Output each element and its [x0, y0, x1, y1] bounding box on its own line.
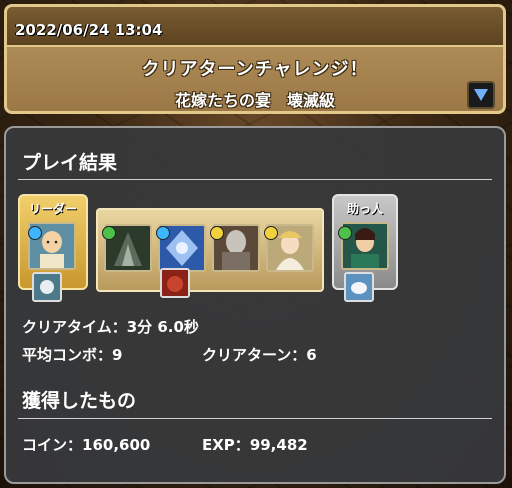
helper-assist-card[interactable]: [344, 272, 374, 302]
water-attribute-orb-icon: [156, 226, 170, 240]
sub-members-row: [96, 208, 324, 298]
clear-turn-value: 6: [306, 346, 317, 364]
divider: [18, 179, 492, 180]
results-panel: プレイ結果 リーダー 助っ人 クリアタイム：3分 6.0秒 平均コンボ：9 クリ…: [4, 126, 506, 484]
triangle-down-icon: [474, 89, 488, 101]
dungeon-name: 花嫁たちの宴: [174, 91, 271, 110]
exp-value: 99,482: [249, 436, 308, 454]
clear-turn-row: クリアターン：6: [202, 344, 317, 365]
clear-turn-label: クリアターン：: [202, 346, 307, 364]
white-beast-assist-icon: [346, 274, 372, 300]
banner-date-strip: 2022/06/24 13:04: [7, 7, 503, 47]
avg-combo-row: 平均コンボ：9: [22, 344, 122, 365]
assist-equip-icon: [34, 274, 60, 300]
rewards-heading: 獲得したもの: [22, 390, 137, 412]
light-attribute-orb-icon: [264, 226, 278, 240]
clear-time-label: クリアタイム：: [22, 318, 127, 336]
leader-assist-card[interactable]: [32, 272, 62, 302]
avg-combo-value: 9: [112, 346, 123, 364]
clear-time-row: クリアタイム：3分 6.0秒: [22, 316, 199, 337]
divider: [18, 418, 492, 419]
coin-row: コイン：160,600: [22, 434, 150, 455]
coin-value: 160,600: [82, 436, 151, 454]
light-attribute-orb-icon: [210, 226, 224, 240]
exp-row: EXP：99,482: [202, 434, 308, 455]
clear-time-value: 3分 6.0秒: [126, 318, 199, 336]
helper-slot[interactable]: 助っ人: [332, 194, 398, 302]
exp-label: EXP：: [202, 436, 250, 454]
avg-combo-label: 平均コンボ：: [22, 346, 113, 364]
details-dropdown-button[interactable]: [467, 81, 495, 109]
red-beast-assist-icon: [162, 270, 188, 296]
challenge-title: クリアターンチャレンジ！: [141, 59, 369, 80]
leader-label: リーダー: [28, 202, 77, 216]
wood-attribute-orb-icon: [338, 226, 352, 240]
water-attribute-orb-icon: [28, 226, 42, 240]
sub-assist-card[interactable]: [160, 268, 190, 298]
coin-label: コイン：: [22, 436, 83, 454]
leader-slot[interactable]: リーダー: [18, 194, 88, 302]
dungeon-difficulty: 壊滅級: [287, 91, 336, 110]
helper-label: 助っ人: [346, 202, 383, 216]
clear-datetime: 2022/06/24 13:04: [15, 21, 163, 39]
dungeon-banner: 2022/06/24 13:04 クリアターンチャレンジ！ 花嫁たちの宴 壊滅級: [4, 4, 506, 114]
wood-attribute-orb-icon: [102, 226, 116, 240]
play-result-heading: プレイ結果: [22, 152, 118, 174]
dungeon-subtitle: 花嫁たちの宴 壊滅級: [7, 87, 503, 111]
